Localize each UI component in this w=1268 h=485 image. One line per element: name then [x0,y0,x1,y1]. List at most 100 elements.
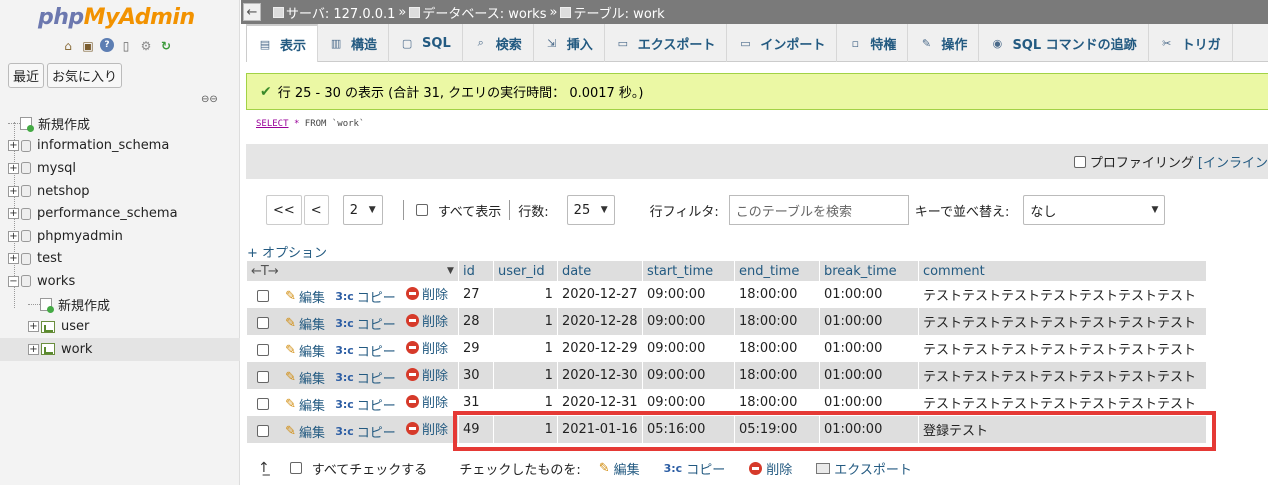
table-row[interactable]: ✎ 編集 3:c コピー 削除 27 1 2020-12-27 09:00:00 18:00… [247,281,1208,308]
cell-date[interactable]: 2021-01-16 [557,416,643,443]
cell-user-id[interactable]: 1 [493,362,558,389]
recent-tables-button[interactable]: 最近 [8,63,45,88]
cell-user-id[interactable]: 1 [493,416,558,443]
cell-break-time[interactable]: 01:00:00 [819,308,919,335]
cell-start-time[interactable]: 09:00:00 [642,362,735,389]
tree-item-test[interactable]: + test [8,248,240,271]
check-all-checkbox[interactable] [289,462,302,474]
table-row[interactable]: ✎ 編集 3:c コピー 削除 28 1 2020-12-28 09:00:00 18:00… [247,308,1208,335]
rows-per-page-select[interactable]: 25 ▼ [566,195,615,225]
sql-keyword-select[interactable]: SELECT [256,119,289,129]
bulk-export-button[interactable]: エクスポート [816,459,912,478]
column-header-id[interactable]: id [458,261,494,281]
row-checkbox[interactable] [257,290,269,302]
column-header-break-time[interactable]: break_time [819,261,919,281]
show-all-checkbox[interactable] [415,204,428,216]
tab-structure[interactable]: ▥ 構造 [318,24,390,62]
cell-break-time[interactable]: 01:00:00 [819,335,919,362]
cell-id[interactable]: 29 [458,335,494,362]
collapse-icon[interactable]: − [8,275,19,287]
logout-icon[interactable]: ▣ [80,38,96,54]
first-page-button[interactable]: << [266,195,302,225]
profiling-checkbox[interactable] [1073,155,1086,168]
favorite-tables-button[interactable]: お気に入り [47,63,123,88]
cell-end-time[interactable]: 18:00:00 [734,308,820,335]
reload-icon[interactable]: ↻ [158,38,174,54]
cell-start-time[interactable]: 09:00:00 [642,308,735,335]
cell-break-time[interactable]: 01:00:00 [819,362,919,389]
sort-by-key-select[interactable]: なし ▼ [1023,195,1166,225]
edit-row-button[interactable]: ✎ 編集 [285,368,325,387]
sql-query-display[interactable]: SELECT * FROM `work` [256,119,364,129]
cell-date[interactable]: 2020-12-30 [557,362,643,389]
cell-user-id[interactable]: 1 [493,335,558,362]
column-header-comment[interactable]: comment [918,261,1208,281]
edit-row-button[interactable]: ✎ 編集 [285,341,325,360]
cell-comment[interactable]: テストテストテストテストテストテストテスト [918,389,1208,416]
copy-row-button[interactable]: 3:c コピー [335,368,396,387]
tab-search[interactable]: ⌕ 検索 [463,24,534,62]
expand-icon[interactable]: + [8,140,19,152]
cell-comment[interactable]: テストテストテストテストテストテストテスト [918,308,1208,335]
cell-date[interactable]: 2020-12-29 [557,335,643,362]
cell-end-time[interactable]: 18:00:00 [734,335,820,362]
tree-item-works[interactable]: − works [8,270,240,293]
cell-comment[interactable]: 登録テスト [918,416,1208,443]
row-checkbox[interactable] [257,344,269,356]
column-header-end-time[interactable]: end_time [734,261,820,281]
table-row[interactable]: ✎ 編集 3:c コピー 削除 30 1 2020-12-30 09:00:00 18:00… [247,362,1208,389]
cell-start-time[interactable]: 09:00:00 [642,389,735,416]
tree-item-phpmyadmin[interactable]: + phpmyadmin [8,225,240,248]
delete-row-button[interactable]: 削除 [405,338,448,357]
tree-item-information-schema[interactable]: + information_schema [8,135,240,158]
edit-row-button[interactable]: ✎ 編集 [285,314,325,333]
cell-comment[interactable]: テストテストテストテストテストテストテスト [918,281,1208,308]
expand-icon[interactable]: + [8,208,19,220]
breadcrumb-database[interactable]: データベース: works [422,3,546,22]
expand-icon[interactable]: + [28,343,39,355]
copy-row-button[interactable]: 3:c コピー [335,422,396,441]
expand-icon[interactable]: + [28,321,39,333]
row-checkbox[interactable] [257,317,269,329]
row-checkbox[interactable] [257,398,269,410]
expand-icon[interactable]: + [8,230,19,242]
home-icon[interactable]: ⌂ [60,38,76,54]
cell-start-time[interactable]: 09:00:00 [642,335,735,362]
column-visibility-arrows-icon[interactable]: ←T→ [251,264,279,279]
row-checkbox[interactable] [257,371,269,383]
copy-row-button[interactable]: 3:c コピー [335,395,396,414]
table-row[interactable]: ✎ 編集 3:c コピー 削除 49 1 2021-01-16 05:16:00 05:19… [247,416,1208,443]
cell-id[interactable]: 30 [458,362,494,389]
delete-row-button[interactable]: 削除 [405,419,448,438]
column-header-user-id[interactable]: user_id [493,261,558,281]
cell-comment[interactable]: テストテストテストテストテストテストテスト [918,362,1208,389]
tab-browse[interactable]: ▤ 表示 [246,24,319,62]
cell-user-id[interactable]: 1 [493,281,558,308]
tab-sql[interactable]: ▢ SQL [389,24,463,62]
edit-row-button[interactable]: ✎ 編集 [285,287,325,306]
bulk-copy-button[interactable]: 3:c コピー [664,459,726,478]
expand-icon[interactable]: + [8,162,19,174]
column-header-start-time[interactable]: start_time [642,261,735,281]
cell-break-time[interactable]: 01:00:00 [819,416,919,443]
breadcrumb-table[interactable]: テーブル: work [573,3,664,22]
tree-item-user[interactable]: + user [8,315,240,338]
delete-row-button[interactable]: 削除 [405,284,448,303]
phpmyadmin-logo[interactable]: phpMyAdmin [38,5,195,30]
delete-row-button[interactable]: 削除 [405,392,448,411]
cell-id[interactable]: 28 [458,308,494,335]
gear-icon[interactable]: ⚙ [138,38,154,54]
back-arrow-icon[interactable]: ← [243,3,261,21]
cell-end-time[interactable]: 18:00:00 [734,281,820,308]
copy-row-button[interactable]: 3:c コピー [335,341,396,360]
previous-page-button[interactable]: < [303,195,329,225]
table-row[interactable]: ✎ 編集 3:c コピー 削除 29 1 2020-12-29 09:00:00 18:00… [247,335,1208,362]
delete-row-button[interactable]: 削除 [405,365,448,384]
cell-break-time[interactable]: 01:00:00 [819,389,919,416]
cell-end-time[interactable]: 18:00:00 [734,362,820,389]
cell-start-time[interactable]: 09:00:00 [642,281,735,308]
cell-comment[interactable]: テストテストテストテストテストテストテスト [918,335,1208,362]
documentation-icon[interactable]: ▯ [118,38,134,54]
tab-export[interactable]: ▭ エクスポート [605,24,728,62]
cell-user-id[interactable]: 1 [493,389,558,416]
